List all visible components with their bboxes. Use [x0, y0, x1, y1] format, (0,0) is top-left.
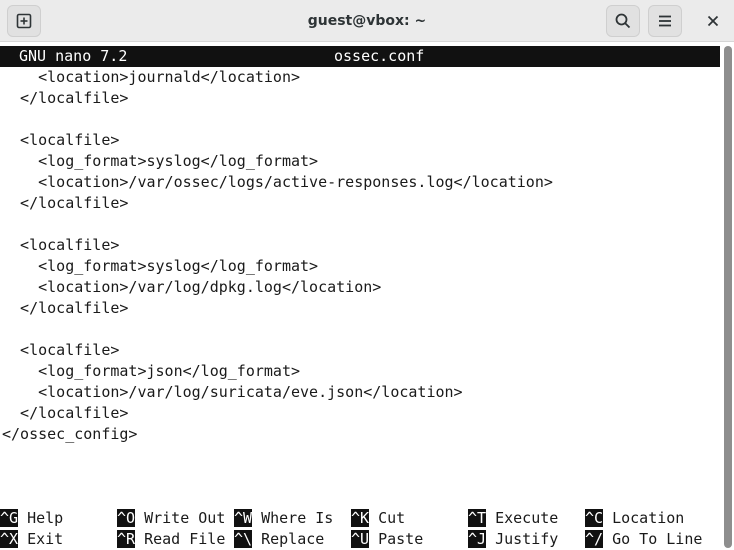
shortcut-label: Location [612, 509, 685, 527]
shortcut-label: Replace [261, 530, 325, 548]
shortcut-replace[interactable]: ^\ Replace [234, 529, 324, 550]
shortcut-key: ^G [0, 509, 19, 527]
shortcut-label: Execute [495, 509, 559, 527]
shortcut-label: Go To Line [612, 530, 703, 548]
shortcut-key: ^R [117, 530, 136, 548]
shortcut-paste[interactable]: ^U Paste [351, 529, 423, 550]
nano-filename: ossec.conf [334, 47, 425, 65]
shortcut-label: Paste [378, 530, 424, 548]
close-icon [707, 15, 719, 27]
shortcut-label: Where Is [261, 509, 334, 527]
shortcut-label: Read File [144, 530, 226, 548]
shortcut-key: ^K [351, 509, 370, 527]
shortcut-key: ^U [351, 530, 370, 548]
shortcut-execute[interactable]: ^T Execute [468, 508, 558, 529]
shortcut-label: Exit [27, 530, 64, 548]
shortcut-read-file[interactable]: ^R Read File [117, 529, 225, 550]
shortcut-key: ^\ [234, 530, 253, 548]
shortcut-key: ^X [0, 530, 19, 548]
editor-line: <location>/var/log/dpkg.log</location> [2, 278, 382, 296]
editor-line: </ossec_config> [2, 425, 138, 443]
editor-line: <log_format>syslog</log_format> [2, 257, 319, 275]
search-icon [615, 13, 631, 29]
shortcut-key: ^J [468, 530, 487, 548]
nano-version: GNU nano 7.2 [19, 47, 128, 65]
window-titlebar: guest@vbox: ~ [0, 0, 734, 42]
shortcut-where-is[interactable]: ^W Where Is [234, 508, 333, 529]
shortcut-write-out[interactable]: ^O Write Out [117, 508, 225, 529]
shortcut-label: Cut [378, 509, 406, 527]
shortcut-key: ^O [117, 509, 136, 527]
shortcut-justify[interactable]: ^J Justify [468, 529, 558, 550]
shortcut-exit[interactable]: ^X Exit [0, 529, 63, 550]
editor-line: <localfile> [2, 131, 120, 149]
shortcut-label: Justify [495, 530, 559, 548]
editor-line: </localfile> [2, 404, 129, 422]
shortcut-location[interactable]: ^C Location [585, 508, 684, 529]
editor-line: </localfile> [2, 299, 129, 317]
editor-line: </localfile> [2, 89, 129, 107]
shortcut-label: Help [27, 509, 64, 527]
editor-line: <location>/var/log/suricata/eve.json</lo… [2, 383, 463, 401]
editor-line: <log_format>syslog</log_format> [2, 152, 319, 170]
shortcut-key: ^/ [585, 530, 604, 548]
editor-line: <location>/var/ossec/logs/active-respons… [2, 173, 553, 191]
hamburger-menu-icon [659, 15, 671, 27]
editor-line: <localfile> [2, 236, 120, 254]
shortcut-cut[interactable]: ^K Cut [351, 508, 405, 529]
nano-header-bar: GNU nano 7.2 ossec.conf [0, 46, 720, 67]
editor-line: <log_format>json</log_format> [2, 362, 301, 380]
editor-line: <location>journald</location> [2, 68, 301, 86]
menu-button[interactable] [648, 5, 682, 37]
shortcut-key: ^C [585, 509, 604, 527]
close-button[interactable] [696, 5, 730, 37]
shortcut-help[interactable]: ^G Help [0, 508, 63, 529]
shortcut-go-to-line[interactable]: ^/ Go To Line [585, 529, 702, 550]
shortcut-key: ^T [468, 509, 487, 527]
terminal-scrollbar[interactable] [724, 46, 732, 548]
terminal-area[interactable]: GNU nano 7.2 ossec.conf <location>journa… [0, 42, 722, 550]
editor-line: </localfile> [2, 194, 129, 212]
shortcut-key: ^W [234, 509, 253, 527]
search-button[interactable] [606, 5, 640, 37]
shortcut-label: Write Out [144, 509, 226, 527]
editor-line: <localfile> [2, 341, 120, 359]
